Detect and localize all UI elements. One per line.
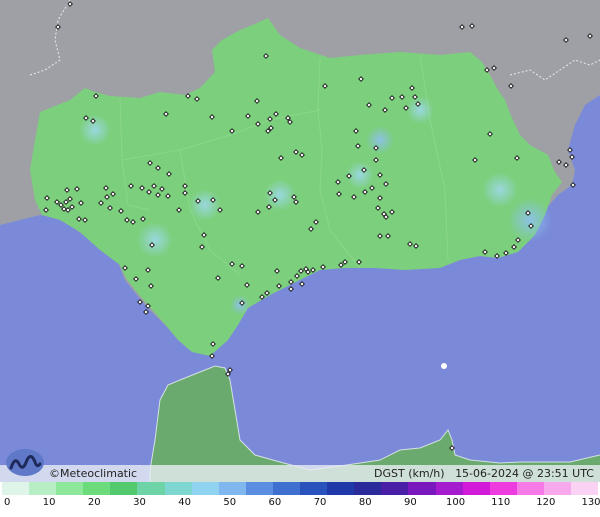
scale-tick-label: 70 — [313, 497, 327, 508]
scale-tick-label: 20 — [87, 497, 101, 508]
scale-swatch — [381, 482, 409, 495]
scale-swatch — [435, 482, 463, 495]
info-bar: ©Meteoclimatic DGST (km/h) 15-06-2024 @ … — [0, 465, 600, 482]
scale-swatch — [300, 482, 328, 495]
scale-swatch — [137, 482, 165, 495]
scale-swatch — [245, 482, 273, 495]
scale-swatch — [489, 482, 517, 495]
datetime-label: 15-06-2024 @ 23:51 UTC — [455, 467, 594, 480]
scale-tick-label: 130 — [581, 497, 600, 508]
scale-tick-label: 50 — [223, 497, 237, 508]
variable-label: DGST (km/h) — [374, 467, 445, 480]
scale-swatch — [164, 482, 192, 495]
scale-swatch — [110, 482, 138, 495]
scale-swatch — [327, 482, 355, 495]
map-title: DGST (km/h) 15-06-2024 @ 23:51 UTC — [374, 467, 594, 480]
wind-gust-map — [0, 0, 600, 517]
scale-tick-label: 120 — [536, 497, 556, 508]
scale-swatch — [516, 482, 544, 495]
scale-tick-label: 110 — [491, 497, 511, 508]
scale-swatch — [2, 482, 30, 495]
scale-swatch — [462, 482, 490, 495]
scale-swatch — [56, 482, 84, 495]
wind-scale-legend: 0 10 20 30 40 50 60 70 80 90 100 110 120 130 — [0, 482, 600, 517]
brand-label: ©Meteoclimatic — [49, 467, 138, 480]
scale-swatch — [29, 482, 57, 495]
scale-tick-label: 0 — [4, 497, 11, 508]
scale-swatch — [543, 482, 571, 495]
scale-tick-label: 100 — [445, 497, 466, 508]
scale-swatch — [191, 482, 219, 495]
scale-swatch — [354, 482, 382, 495]
scale-tick-label: 30 — [133, 497, 146, 508]
scale-swatch — [570, 482, 599, 495]
meteoclimatic-logo-icon — [6, 449, 44, 476]
color-scale-bar — [2, 482, 599, 495]
scale-tick-label: 80 — [358, 497, 372, 508]
scale-swatch — [272, 482, 301, 495]
alboran-island — [441, 363, 447, 369]
scale-tick-label: 90 — [404, 497, 417, 508]
scale-swatch — [83, 482, 111, 495]
scale-swatch — [408, 482, 436, 495]
scale-tick-label: 10 — [42, 497, 56, 508]
scale-tick-label: 40 — [178, 497, 191, 508]
scale-swatch — [218, 482, 246, 495]
scale-tick-label: 60 — [268, 497, 282, 508]
